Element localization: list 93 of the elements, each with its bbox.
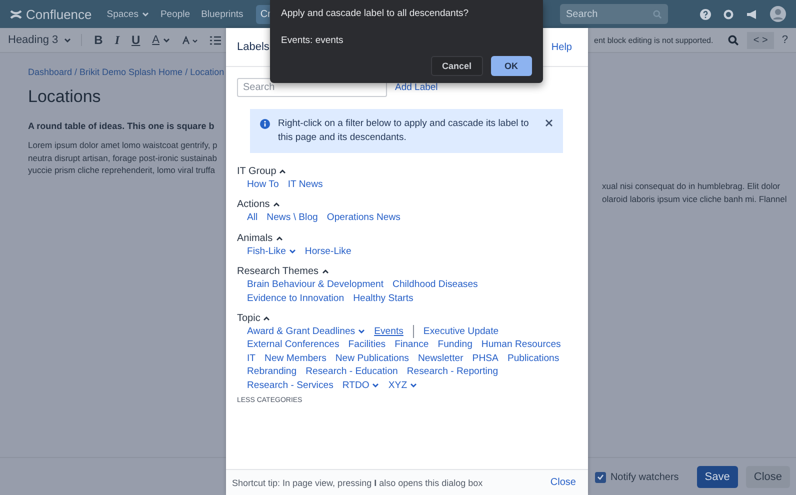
search-field[interactable]: Search bbox=[560, 4, 668, 24]
label-link[interactable]: New Members bbox=[264, 352, 326, 366]
caret-icon bbox=[263, 316, 270, 322]
category-toggle[interactable]: Research Themes bbox=[237, 265, 576, 278]
label-link[interactable]: XYZ bbox=[388, 378, 418, 392]
help-link[interactable]: Help bbox=[551, 42, 572, 52]
text-color-button[interactable]: A bbox=[152, 34, 170, 46]
label-link[interactable]: IT News bbox=[288, 178, 323, 192]
body-text-line: neutra disrupt artisan, forage post-ironic sustainab bbox=[28, 152, 218, 164]
page-title: Locations bbox=[28, 87, 102, 107]
label-link[interactable]: Research - Services bbox=[247, 378, 334, 392]
add-label-link[interactable]: Add Label bbox=[395, 82, 438, 93]
body-text-line: Lorem ipsum dolor amet lomo waistcoat gentrify, p bbox=[28, 139, 218, 152]
shortcut-tip: Shortcut tip: In page view, pressing I also opens this dialog box bbox=[232, 478, 483, 488]
help-button[interactable]: ? bbox=[782, 34, 788, 46]
nav-link[interactable]: Spaces bbox=[106, 8, 150, 20]
product-name[interactable]: Confluence bbox=[26, 6, 92, 22]
megaphone-icon[interactable] bbox=[746, 8, 758, 20]
caret-icon bbox=[162, 38, 170, 42]
popup-message: Events: events bbox=[281, 35, 344, 46]
label-link[interactable]: Operations News bbox=[326, 211, 400, 225]
label-link[interactable]: Events bbox=[374, 325, 414, 338]
label-link[interactable]: Research - Education bbox=[306, 365, 398, 379]
breadcrumb-trail[interactable]: Dashboard / Brikit Demo Splash Home / Location bbox=[28, 67, 224, 77]
cancel-button[interactable]: Cancel bbox=[430, 56, 482, 76]
source-editor-button[interactable]: < > bbox=[747, 32, 774, 48]
category-toggle[interactable]: Actions bbox=[237, 198, 576, 212]
label-link[interactable]: IT bbox=[247, 352, 256, 366]
label-link[interactable]: Childhood Diseases bbox=[392, 278, 478, 292]
close-icon[interactable] bbox=[545, 119, 553, 127]
status-message: ent block editing is not supported. bbox=[594, 36, 714, 44]
settings-icon[interactable] bbox=[723, 8, 734, 20]
label-link[interactable]: External Conferences bbox=[247, 338, 340, 352]
caret-icon bbox=[272, 202, 280, 208]
label-link[interactable]: RTDO bbox=[342, 378, 380, 392]
search-icon[interactable] bbox=[728, 34, 740, 46]
label-link[interactable]: Evidence to Innovation bbox=[247, 292, 344, 306]
dialog-title: Labels bbox=[237, 41, 270, 53]
category-toggle[interactable]: IT Group bbox=[237, 165, 576, 178]
label-link[interactable]: New Publications bbox=[335, 352, 409, 366]
label-link[interactable]: Finance bbox=[394, 338, 429, 352]
caret-icon bbox=[64, 38, 72, 42]
label-link[interactable]: Publications bbox=[507, 352, 560, 366]
close-link[interactable]: Close bbox=[550, 477, 576, 488]
category-toggle[interactable]: Topic bbox=[237, 312, 576, 326]
label-link[interactable]: Brain Behaviour & Development bbox=[247, 278, 384, 292]
paragraph-style-dropdown[interactable]: Heading 3 bbox=[8, 34, 82, 46]
info-text: Right-click on a filter below to apply and cascade its label to this page and its descendants. bbox=[278, 117, 530, 145]
popup-title: Apply and cascade label to all descendants? bbox=[281, 8, 470, 19]
avatar-icon[interactable] bbox=[770, 6, 786, 22]
category-toggle[interactable]: Animals bbox=[237, 232, 576, 245]
label-link[interactable]: Healthy Starts bbox=[353, 292, 414, 306]
label-link[interactable]: Newsletter bbox=[418, 352, 464, 366]
caret-icon bbox=[276, 236, 283, 241]
help-icon[interactable] bbox=[700, 8, 711, 20]
save-button[interactable]: Save bbox=[696, 466, 738, 488]
label-link[interactable]: PHSA bbox=[472, 352, 498, 366]
label-link[interactable]: Rebranding bbox=[247, 365, 297, 379]
label-link[interactable]: Human Resources bbox=[481, 338, 561, 352]
ok-button[interactable]: OK bbox=[490, 56, 532, 76]
page-heading: A round table of ideas. This one is square b bbox=[28, 121, 216, 131]
format-button[interactable]: I bbox=[114, 32, 120, 48]
nav-link[interactable]: Blueprints bbox=[201, 8, 244, 20]
bullet-list-icon[interactable] bbox=[210, 36, 221, 44]
format-button[interactable]: B bbox=[94, 33, 103, 47]
caret-icon bbox=[322, 269, 329, 274]
label-link[interactable]: News \ Blog bbox=[266, 211, 318, 225]
caret-icon bbox=[142, 12, 150, 16]
format-button[interactable]: U bbox=[132, 33, 140, 47]
caret-icon bbox=[410, 382, 418, 388]
label-link[interactable]: Executive Update bbox=[423, 325, 499, 338]
body-text-line: xual nisi consequat do in humblebrag. Elit dolor bbox=[602, 180, 782, 192]
label-link[interactable]: Award & Grant Deadlines bbox=[247, 325, 366, 338]
label-link[interactable]: How To bbox=[247, 178, 279, 192]
body-text-line: yuccie prism cliche reprehenderit, lomo viral truffa bbox=[28, 164, 216, 176]
label-link[interactable]: All bbox=[247, 211, 258, 225]
caret-icon bbox=[288, 249, 296, 254]
text-style-icon[interactable] bbox=[182, 36, 198, 44]
close-button[interactable]: Close bbox=[746, 466, 790, 488]
notify-checkbox[interactable] bbox=[595, 472, 606, 482]
caret-icon bbox=[279, 169, 286, 174]
body-text-line: olaroid laboris ipsum vice cliche banh mi. Flannel bbox=[602, 192, 788, 205]
label-link[interactable]: Facilities bbox=[348, 338, 386, 352]
logo-icon bbox=[10, 8, 22, 20]
caret-icon bbox=[372, 382, 380, 388]
nav-link[interactable]: People bbox=[160, 8, 190, 20]
info-icon bbox=[260, 119, 270, 129]
label-link[interactable]: Horse-Like bbox=[304, 244, 352, 258]
label-link[interactable]: Research - Reporting bbox=[406, 365, 498, 379]
caret-icon bbox=[358, 329, 366, 334]
label-link[interactable]: Funding bbox=[438, 338, 472, 352]
notify-label: Notify watchers bbox=[610, 472, 679, 482]
label-link[interactable]: Fish-Like bbox=[247, 244, 296, 258]
